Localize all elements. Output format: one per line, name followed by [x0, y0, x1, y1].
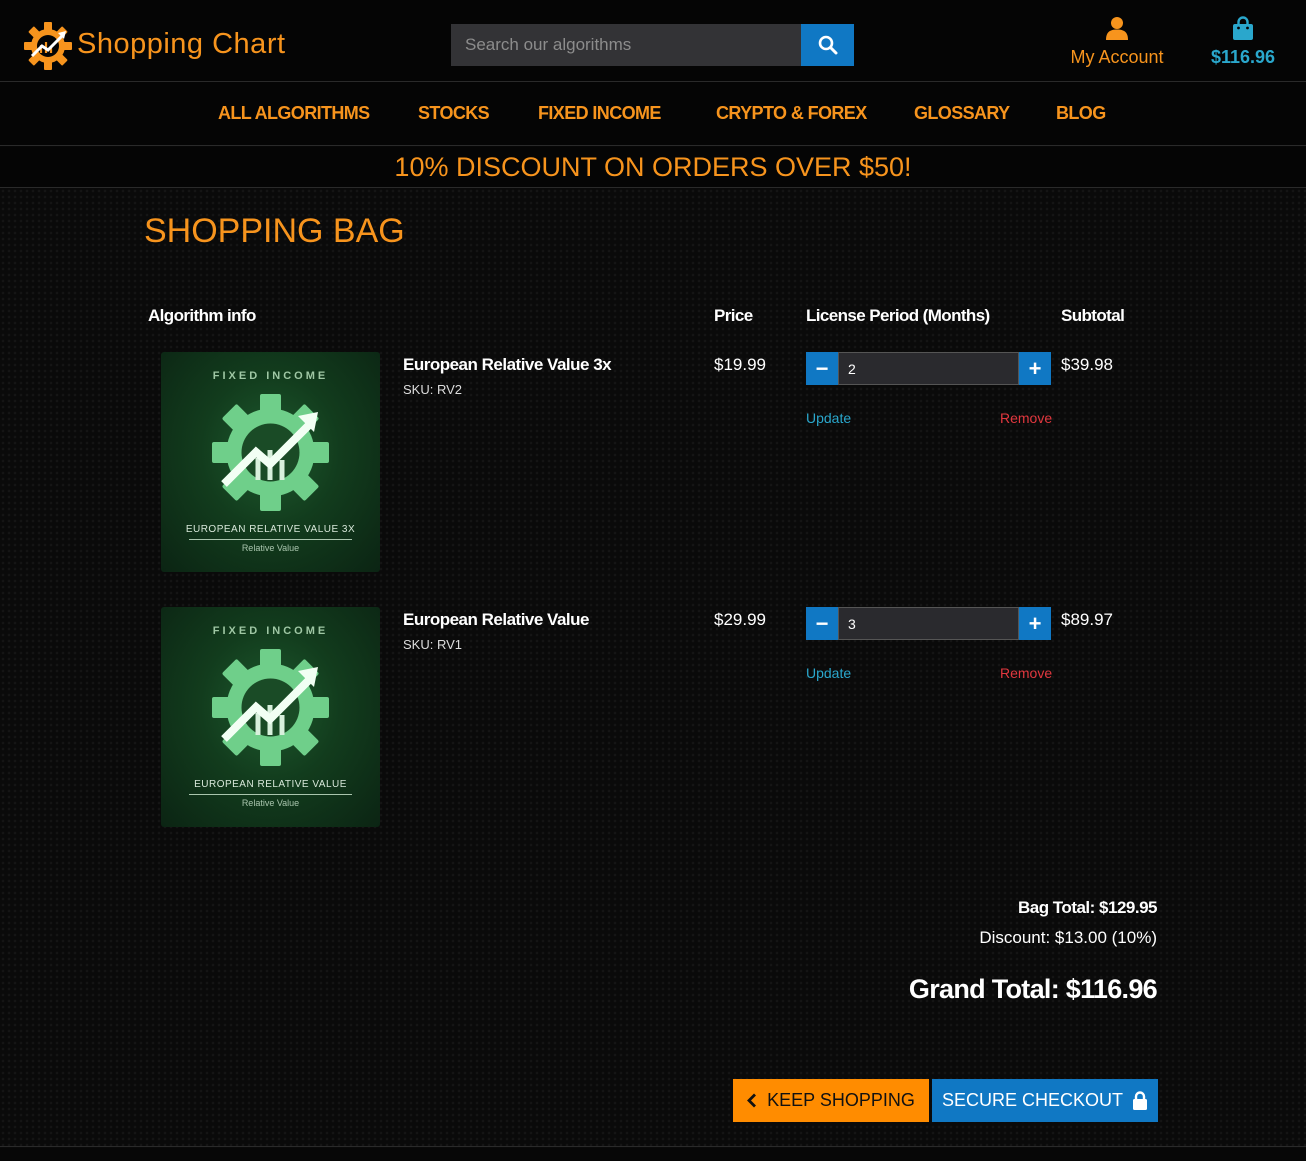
- keep-shopping-button[interactable]: KEEP SHOPPING: [733, 1079, 929, 1122]
- thumbnail-category: FIXED INCOME: [212, 370, 329, 382]
- nav-item-stocks[interactable]: STOCKS: [418, 103, 490, 124]
- page-title: SHOPPING BAG: [144, 212, 405, 250]
- nav-item-blog[interactable]: BLOG: [1056, 103, 1106, 124]
- thumbnail-title: EUROPEAN RELATIVE VALUE: [194, 779, 347, 790]
- item-subtotal: $39.98: [1061, 355, 1113, 374]
- remove-link[interactable]: Remove: [1000, 410, 1052, 426]
- nav-item-fixed-income[interactable]: FIXED INCOME: [538, 103, 661, 124]
- product-price: $29.99: [714, 610, 766, 629]
- column-header-price: Price: [714, 306, 753, 325]
- thumbnail-divider: [189, 539, 352, 540]
- column-header-period: License Period (Months): [806, 306, 990, 325]
- product-sku: SKU: RV2: [403, 382, 463, 397]
- secure-checkout-label: SECURE CHECKOUT: [941, 1090, 1124, 1110]
- user-icon: [1106, 17, 1128, 40]
- shopping-bag-icon: [1233, 16, 1253, 40]
- discount-amount: Discount: $13.00 (10%): [979, 928, 1157, 947]
- remove-link[interactable]: Remove: [1000, 665, 1052, 681]
- nav-item-crypto-forex[interactable]: CRYPTO & FOREX: [716, 103, 867, 124]
- discount-banner: 10% DISCOUNT ON ORDERS OVER $50!: [0, 147, 1306, 188]
- column-header-info: Algorithm info: [148, 306, 256, 325]
- qty-increment-button[interactable]: +: [1019, 607, 1051, 640]
- thumbnail-subtitle: Relative Value: [241, 543, 300, 553]
- qty-decrement-button[interactable]: −: [806, 352, 838, 385]
- search-button[interactable]: [801, 24, 854, 66]
- gear-chart-icon: [212, 649, 329, 766]
- update-link[interactable]: Update: [806, 410, 851, 426]
- bag-total: Bag Total: $129.95: [1017, 898, 1158, 917]
- search-input[interactable]: [451, 24, 802, 66]
- chevron-left-icon: [747, 1093, 757, 1108]
- nav-item-glossary[interactable]: GLOSSARY: [914, 103, 1010, 124]
- my-account-label: My Account: [1070, 47, 1164, 67]
- qty-decrement-button[interactable]: −: [806, 607, 838, 640]
- search-icon: [818, 35, 837, 55]
- cart-total: $116.96: [1210, 47, 1276, 67]
- thumbnail-divider: [189, 794, 352, 795]
- product-name[interactable]: European Relative Value: [403, 610, 589, 630]
- gear-chart-icon[interactable]: [22, 20, 74, 72]
- site-logo-text[interactable]: Shopping Chart: [77, 28, 286, 61]
- product-name[interactable]: European Relative Value 3x: [403, 355, 612, 375]
- product-thumbnail[interactable]: FIXED INCOME EUROPEAN RELATIVE VALUE 3X …: [161, 352, 380, 572]
- qty-increment-button[interactable]: +: [1019, 352, 1051, 385]
- item-subtotal: $89.97: [1061, 610, 1113, 629]
- thumbnail-category: FIXED INCOME: [212, 625, 329, 637]
- footer-divider: [0, 1146, 1306, 1147]
- license-period-input[interactable]: [838, 352, 1019, 385]
- product-sku: SKU: RV1: [403, 637, 463, 652]
- keep-shopping-label: KEEP SHOPPING: [767, 1090, 915, 1110]
- plus-icon: +: [1028, 610, 1042, 636]
- lock-icon: [1133, 1091, 1148, 1110]
- update-link[interactable]: Update: [806, 665, 851, 681]
- site-header: Shopping Chart My Account $116.96: [0, 0, 1306, 82]
- license-period-input[interactable]: [838, 607, 1019, 640]
- gear-chart-icon: [212, 394, 329, 511]
- minus-icon: −: [815, 355, 829, 381]
- thumbnail-title: EUROPEAN RELATIVE VALUE 3X: [185, 524, 356, 535]
- secure-checkout-button[interactable]: SECURE CHECKOUT: [932, 1079, 1158, 1122]
- thumbnail-subtitle: Relative Value: [241, 798, 300, 808]
- main-nav: ALL ALGORITHMS STOCKS FIXED INCOME CRYPT…: [0, 82, 1306, 146]
- product-price: $19.99: [714, 355, 766, 374]
- grand-total: Grand Total: $116.96: [908, 974, 1158, 1004]
- cart-link[interactable]: $116.96: [1200, 16, 1286, 68]
- nav-item-all-algorithms[interactable]: ALL ALGORITHMS: [218, 103, 370, 124]
- minus-icon: −: [815, 610, 829, 636]
- my-account-link[interactable]: My Account: [1062, 16, 1172, 68]
- product-thumbnail[interactable]: FIXED INCOME EUROPEAN RELATIVE VALUE Rel…: [161, 607, 380, 827]
- column-header-subtotal: Subtotal: [1061, 306, 1125, 325]
- plus-icon: +: [1028, 355, 1042, 381]
